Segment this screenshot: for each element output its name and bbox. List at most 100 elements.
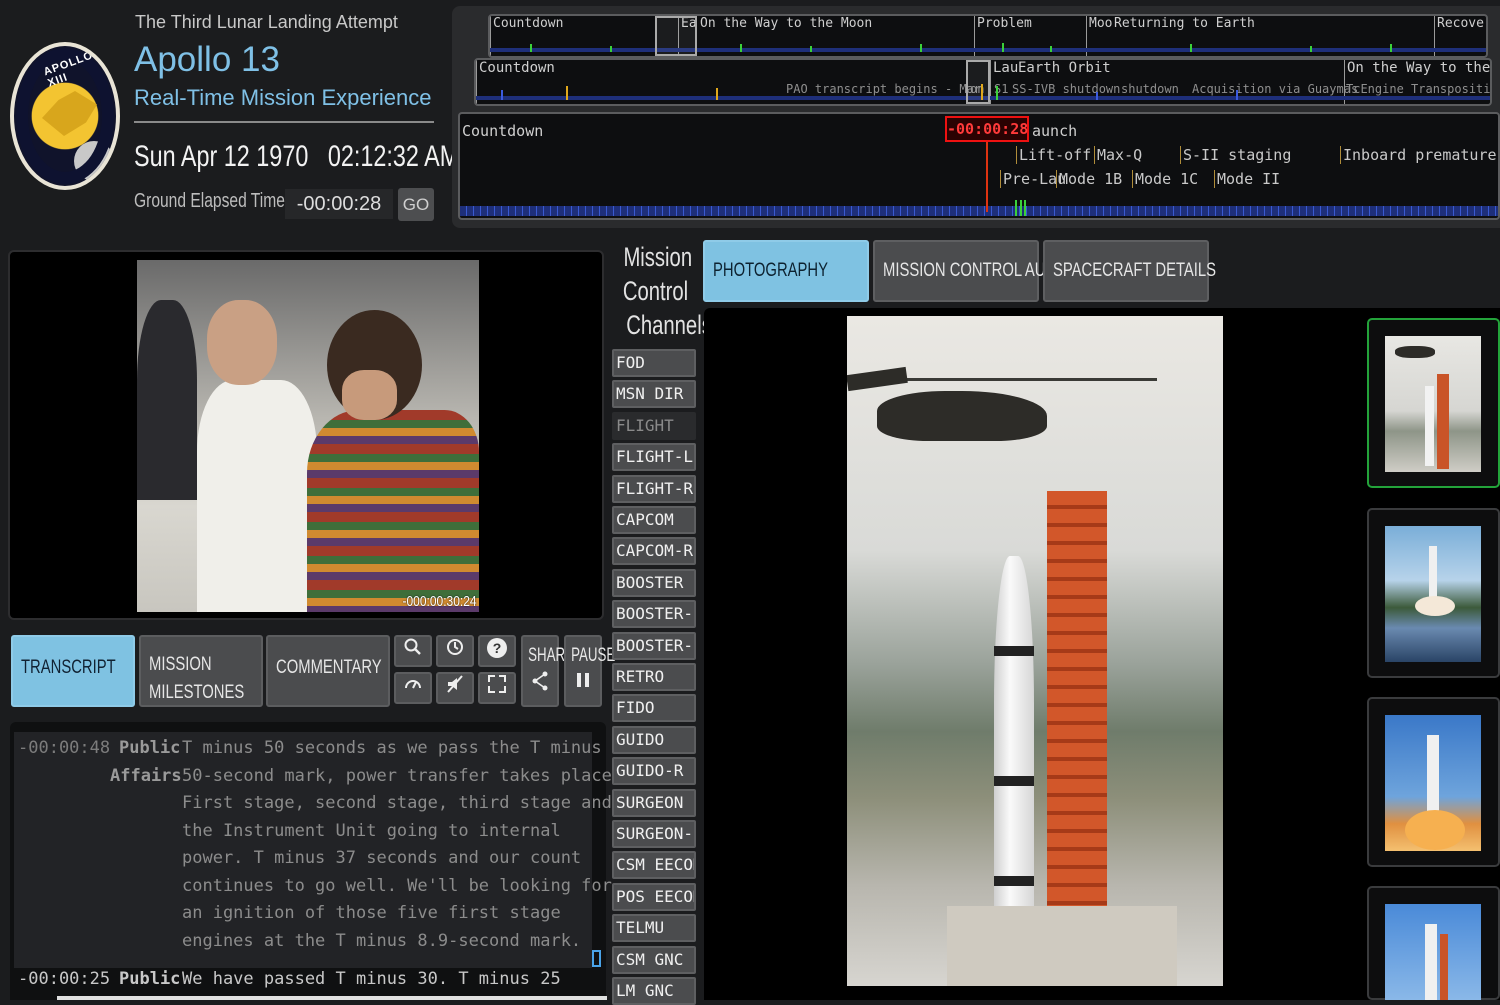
thumbnail-exhaust [1415, 596, 1455, 616]
pause-icon [577, 673, 589, 687]
timeline-event[interactable]: Inboard premature sh [1340, 146, 1498, 164]
transcript-scroll-marker[interactable] [592, 950, 601, 967]
transcript-speaker: Public [119, 966, 180, 994]
mission-video[interactable]: -000:00:30:24 [137, 260, 479, 612]
channels-title-line: Mission [623, 242, 693, 272]
get-input[interactable]: -00:00:28 [285, 189, 393, 219]
channel-button[interactable]: LM GNC [612, 977, 696, 1005]
transcript-time[interactable]: -00:00:48 [18, 735, 110, 763]
rocket-band [994, 646, 1034, 656]
channel-button[interactable]: CSM GNC [612, 945, 696, 974]
share-button[interactable]: SHARE [521, 635, 574, 707]
timeline-event[interactable]: Mode II [1214, 170, 1280, 188]
fullscreen-button[interactable] [478, 672, 516, 704]
activity-tick [1015, 200, 1017, 216]
tab-mission-milestones[interactable]: MISSION MILESTONES [139, 635, 263, 707]
transcript-text: the Instrument Unit going to internal [182, 818, 561, 846]
tab-label: PHOTOGRAPHY [713, 260, 829, 281]
channel-button[interactable]: BOOSTER [612, 568, 696, 597]
photo-thumbnail[interactable] [1367, 697, 1500, 867]
channel-button[interactable]: FLIGHT-R [612, 474, 696, 503]
page-title: Apollo 13 [134, 40, 280, 79]
transcript-timestamp[interactable]: -00:00:48 [18, 738, 110, 758]
timeline-track [490, 48, 1486, 52]
thumbnail-image [1385, 715, 1481, 851]
transcript-panel[interactable]: -00:00:48 Public Affairs T minus 50 seco… [10, 722, 622, 1000]
channel-button[interactable]: CAPCOM-R [612, 537, 696, 566]
tab-label: COMMENTARY [276, 657, 382, 678]
video-figure [307, 410, 479, 612]
help-button[interactable]: ? [478, 635, 516, 667]
channel-button[interactable]: POS EECOM [612, 882, 696, 911]
channels-title-line: Channels [626, 310, 712, 340]
tab-photography[interactable]: PHOTOGRAPHY [703, 240, 869, 302]
go-button[interactable]: GO [398, 188, 434, 221]
timeline-phase[interactable]: Countdown Lau Earth Orbit On the Way to … [474, 58, 1492, 106]
channel-button[interactable]: MSN DIR [612, 380, 696, 409]
mute-button[interactable] [436, 672, 474, 704]
channel-button[interactable]: CAPCOM [612, 506, 696, 534]
tab-spacecraft-details[interactable]: SPACECRAFT DETAILS [1043, 240, 1216, 302]
playback-speed-button[interactable] [394, 672, 432, 704]
channel-button[interactable]: TELMU [612, 914, 696, 943]
timeline-segment[interactable]: aunch [1030, 122, 1077, 140]
channel-button[interactable]: SURGEON [612, 788, 696, 817]
timeline-event[interactable]: Mode 1B [1056, 170, 1122, 188]
timeline-zoom-window[interactable] [966, 60, 990, 104]
rocket-band [994, 776, 1034, 786]
timeline-event[interactable]: Acquisition via Guaymas [1192, 82, 1358, 96]
channel-button[interactable]: FLIGHT [612, 411, 696, 440]
channel-button[interactable]: CSM EECOM [612, 851, 696, 880]
channel-button[interactable]: SURGEON-R [612, 820, 696, 848]
tab-transcript[interactable]: TRANSCRIPT [11, 635, 135, 707]
channel-button[interactable]: GUIDO-R [612, 757, 696, 786]
thumbnail-helicopter [1395, 346, 1435, 358]
channel-button[interactable]: FOD [612, 349, 696, 377]
channel-button[interactable]: BOOSTER-C [612, 600, 696, 629]
video-figure [197, 380, 317, 612]
activity-tick [981, 84, 983, 100]
thumbnail-tower [1440, 934, 1448, 1000]
channel-button[interactable]: FLIGHT-L [612, 443, 696, 472]
speaker-name: Public [119, 969, 181, 989]
thumbnail-rocket [1427, 735, 1439, 815]
transcript-entry-current[interactable]: -00:00:48 Public Affairs T minus 50 seco… [14, 732, 622, 968]
tab-label: SPACECRAFT DETAILS [1053, 260, 1217, 281]
transcript-entry[interactable]: -00:00:25 [18, 966, 110, 994]
thumbnail-tower [1437, 374, 1449, 469]
timeline-event[interactable]: Mode 1C [1132, 170, 1198, 188]
channel-button[interactable]: FIDO [612, 694, 696, 723]
transcript-text: power. T minus 37 seconds and our count [182, 845, 581, 873]
timeline-event[interactable]: S-II staging [1180, 146, 1291, 164]
channels-title-line: Control [622, 276, 689, 306]
timeline-event[interactable]: PAO transcript begins - Mar [786, 82, 981, 96]
transcript-text: an ignition of those five first stage [182, 900, 561, 928]
history-button[interactable] [436, 635, 474, 667]
channel-button[interactable]: RETRO [612, 663, 696, 691]
thumbnail-image [1385, 904, 1481, 1000]
video-panel[interactable]: -000:00:30:24 [8, 250, 604, 620]
channel-button[interactable]: BOOSTER-R [612, 631, 696, 660]
transcript-timestamp[interactable]: -00:00:25 [18, 969, 110, 989]
timeline-event[interactable]: shutdown [1121, 82, 1179, 96]
photo-thumbnail[interactable] [1367, 886, 1500, 1000]
timeline-zoom-window[interactable] [655, 16, 697, 56]
launch-pad [947, 906, 1177, 986]
search-button[interactable] [394, 635, 432, 667]
tab-label: TRANSCRIPT [21, 657, 116, 678]
photo-thumbnail[interactable] [1367, 318, 1500, 488]
main-photo[interactable] [847, 316, 1223, 986]
pause-button[interactable]: PAUSE [564, 635, 615, 707]
activity-tick [530, 44, 532, 52]
transcript-line: continues to go well. We'll be looking f… [182, 875, 612, 896]
timeline-event[interactable]: Lift-off [1016, 146, 1091, 164]
photo-thumbnail[interactable] [1367, 508, 1500, 678]
timeline-segment[interactable]: Countdown [460, 122, 543, 140]
channel-button[interactable]: GUIDO [612, 725, 696, 754]
timeline-event[interactable]: TcEngine Transposition a [1346, 82, 1490, 96]
tab-commentary[interactable]: COMMENTARY [266, 635, 390, 707]
timeline-overview[interactable]: Countdown Ea On the Way to the Moon Prob… [488, 14, 1488, 58]
tab-mission-control-audio[interactable]: MISSION CONTROL AUDIO [873, 240, 1072, 302]
timeline-event[interactable]: Max-Q [1094, 146, 1142, 164]
timeline-event[interactable]: SS-IVB shutdown [1012, 82, 1120, 96]
